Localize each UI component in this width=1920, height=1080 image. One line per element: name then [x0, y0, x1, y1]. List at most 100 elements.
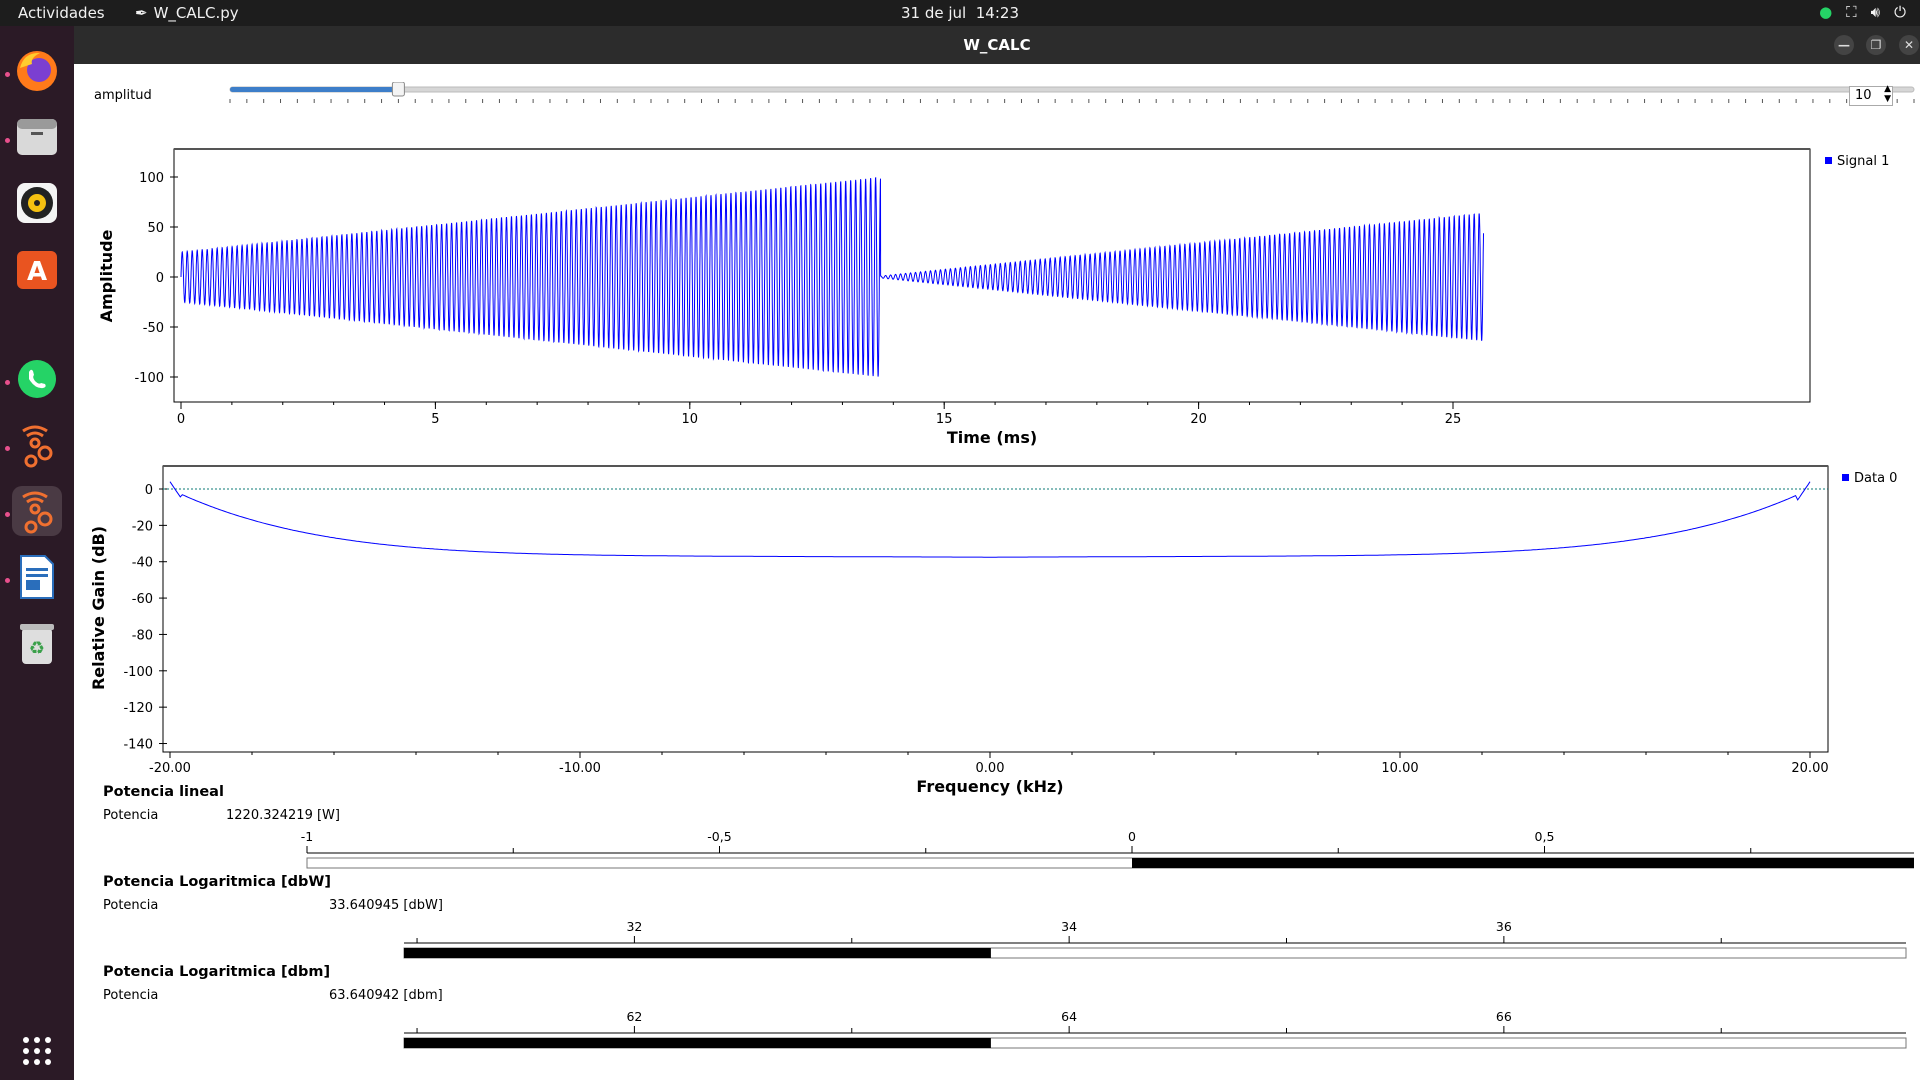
volume-icon[interactable]: 🔊︎: [1871, 3, 1880, 21]
time-ytick-label: 100: [139, 171, 164, 186]
freq-xtick-label: -10.00: [559, 761, 601, 776]
running-indicator: [5, 578, 10, 583]
gauge-tick-label: 32: [626, 919, 642, 934]
amplitud-spinbox[interactable]: 10 ▲ ▼: [1849, 84, 1893, 106]
freq-ytick-label: -120: [123, 701, 153, 716]
gauge-tick-label: 34: [1061, 919, 1077, 934]
writer-icon[interactable]: [12, 552, 62, 602]
freq-xtick-label: -20.00: [149, 761, 191, 776]
gauge-tick-label: -1: [301, 829, 313, 844]
freq-xtick-label: 10.00: [1381, 761, 1418, 776]
freq-ytick-label: -100: [123, 665, 153, 680]
freq-legend-label: Data 0: [1854, 471, 1897, 486]
svg-text:♻: ♻: [29, 638, 45, 659]
freq-ytick-label: -20: [132, 519, 153, 534]
time-xtick-label: 5: [431, 412, 439, 427]
maximize-button[interactable]: ❐: [1866, 35, 1886, 55]
close-icon: ✕: [1903, 38, 1915, 52]
clock: 31 de jul 14:23: [0, 4, 1920, 22]
whatsapp-tray-icon[interactable]: ●: [1819, 3, 1832, 21]
gauge-tick-label: 36: [1496, 919, 1512, 934]
lineal-value: 1220.324219 [W]: [226, 808, 340, 823]
gauge-tick-label: 64: [1061, 1009, 1077, 1024]
svg-text:A: A: [27, 257, 47, 287]
files-icon[interactable]: [12, 112, 62, 162]
running-indicator: [5, 512, 10, 517]
slider-groove: [229, 86, 1915, 93]
time-text: 14:23: [975, 4, 1019, 22]
freq-plot-frame: [162, 465, 1829, 753]
rhythmbox-icon[interactable]: [12, 178, 62, 228]
freq-ylabel: Relative Gain (dB): [89, 526, 108, 690]
freq-ytick-label: -40: [132, 556, 153, 571]
time-xtick-label: 0: [177, 412, 185, 427]
running-indicator: [5, 72, 10, 77]
date-text: 31 de jul: [901, 4, 967, 22]
lineal-title: Potencia lineal: [103, 784, 224, 800]
app-menu[interactable]: ✒ W_CALC.py: [135, 4, 239, 22]
network-icon[interactable]: ⛶: [1846, 3, 1857, 21]
freq-ytick-label: -80: [132, 628, 153, 643]
window-title: W_CALC: [963, 36, 1031, 54]
minimize-icon: —: [1838, 38, 1850, 52]
system-tray[interactable]: ● ⛶ 🔊︎ ⏻: [1819, 3, 1906, 21]
freq-legend-swatch: [1842, 474, 1849, 481]
spin-arrows-icon[interactable]: ▲ ▼: [1884, 84, 1891, 104]
window-titlebar[interactable]: W_CALC — ❐ ✕: [74, 26, 1920, 64]
gauge-tick-label: 0: [1128, 829, 1136, 844]
freq-ytick-label: 0: [145, 483, 153, 498]
time-xtick-label: 15: [936, 412, 953, 427]
gnuradio-icon[interactable]: [12, 420, 62, 470]
running-indicator: [5, 446, 10, 451]
time-ytick-label: 0: [156, 271, 164, 286]
running-indicator: [5, 138, 10, 143]
clock-button[interactable]: 31 de jul 14:23: [901, 4, 1019, 22]
trash-icon[interactable]: ♻: [12, 618, 62, 668]
minimize-button[interactable]: —: [1834, 35, 1854, 55]
firefox-icon[interactable]: [12, 46, 62, 96]
time-plot[interactable]: 100500-50-1000 5 10 15 20 25Time (ms)Amplitud…: [74, 116, 1920, 456]
time-xtick-label: 20: [1190, 412, 1207, 427]
close-button[interactable]: ✕: [1899, 35, 1919, 55]
freq-xlabel: Frequency (kHz): [916, 777, 1063, 796]
power-icon[interactable]: ⏻: [1894, 3, 1906, 21]
slider-handle[interactable]: [391, 82, 405, 97]
gauge-tick-label: 66: [1496, 1009, 1512, 1024]
freq-ytick-label: -60: [132, 592, 153, 607]
amplitud-label: amplitud: [94, 88, 152, 103]
gnuradio-active-icon[interactable]: [12, 486, 62, 536]
freq-xtick-label: 20.00: [1791, 761, 1828, 776]
dbw-value: 33.640945 [dbW]: [329, 898, 443, 913]
time-legend-swatch: [1825, 157, 1832, 164]
time-xtick-label: 25: [1445, 412, 1462, 427]
running-indicator: [5, 380, 10, 385]
activities-button[interactable]: Actividades: [18, 4, 105, 22]
app-window: W_CALC — ❐ ✕ amplitud 10 ▲ ▼ 100 50 0 -50 -10…: [74, 26, 1920, 1080]
freq-xtick-label: 0.00: [976, 761, 1005, 776]
time-ytick-label: -100: [134, 371, 164, 386]
software-icon[interactable]: A: [12, 244, 62, 294]
gauge-tick-label: 62: [626, 1009, 642, 1024]
time-ytick-label: 50: [147, 221, 164, 236]
dbw-gauge: 32 34 36: [403, 919, 1907, 959]
whatsapp-icon[interactable]: [12, 354, 62, 404]
gauge-tick-label: -0,5: [707, 829, 731, 844]
dbw-label: Potencia: [103, 898, 159, 913]
gauge-fill: [404, 1038, 991, 1048]
dbm-value: 63.640942 [dbm]: [329, 988, 443, 1003]
slider-fill: [230, 87, 399, 92]
lineal-label: Potencia: [103, 808, 159, 823]
gauge-fill: [404, 948, 991, 958]
dock: A ♻: [0, 26, 74, 1080]
time-xtick-label: 10: [682, 412, 699, 427]
feather-icon: ✒: [135, 4, 148, 22]
time-legend-label: Signal 1: [1837, 154, 1889, 169]
app-grid-icon[interactable]: [12, 1026, 62, 1076]
frequency-plot[interactable]: 0 -20 -40 -60 -80 -100 -120 -140 -20.00 -10.00 0.0…: [74, 430, 1920, 800]
time-ytick-label: -50: [143, 321, 164, 336]
freq-ytick-label: -140: [123, 738, 153, 753]
maximize-icon: ❐: [1870, 38, 1882, 52]
dbm-gauge: 62 64 66: [403, 1009, 1907, 1049]
gauge-tick-label: 0,5: [1535, 829, 1555, 844]
amplitud-slider[interactable]: [154, 82, 1916, 112]
